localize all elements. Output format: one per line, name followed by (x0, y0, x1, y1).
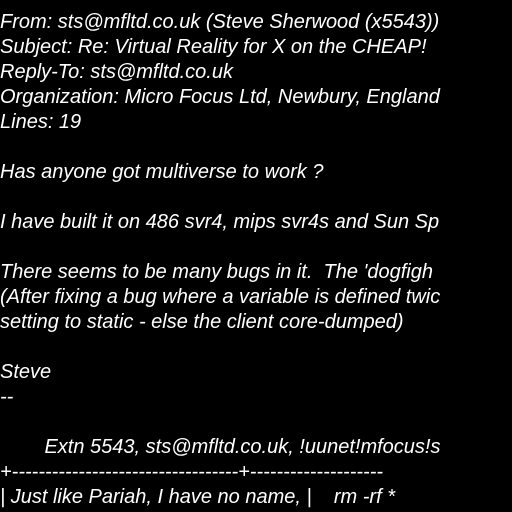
body-line-6: Steve (0, 361, 52, 383)
body-line-1: Has anyone got multiverse to work ? (0, 161, 324, 183)
header-reply-to: Reply-To: sts@mfltd.co.uk (0, 61, 233, 83)
signature-line-2: +----------------------------------+----… (0, 461, 384, 483)
header-subject: Subject: Re: Virtual Reality for X on th… (0, 36, 427, 58)
header-organization: Organization: Micro Focus Ltd, Newbury, … (0, 86, 440, 108)
body-line-3: There seems to be many bugs in it. The '… (0, 261, 433, 283)
signature-line-1: Extn 5543, sts@mfltd.co.uk, !uunet!mfocu… (0, 436, 441, 458)
body-line-2: I have built it on 486 svr4, mips svr4s … (0, 211, 440, 233)
header-lines: Lines: 19 (0, 111, 82, 133)
body-line-7: -- (0, 386, 14, 408)
header-from: From: sts@mfltd.co.uk (Steve Sherwood (x… (0, 11, 440, 33)
email-message-view: From: sts@mfltd.co.uk (Steve Sherwood (x… (0, 0, 512, 512)
body-line-4: (After fixing a bug where a variable is … (0, 286, 441, 308)
body-line-5: setting to static - else the client core… (0, 311, 404, 333)
signature-line-3: | Just like Pariah, I have no name, | rm… (0, 486, 395, 508)
